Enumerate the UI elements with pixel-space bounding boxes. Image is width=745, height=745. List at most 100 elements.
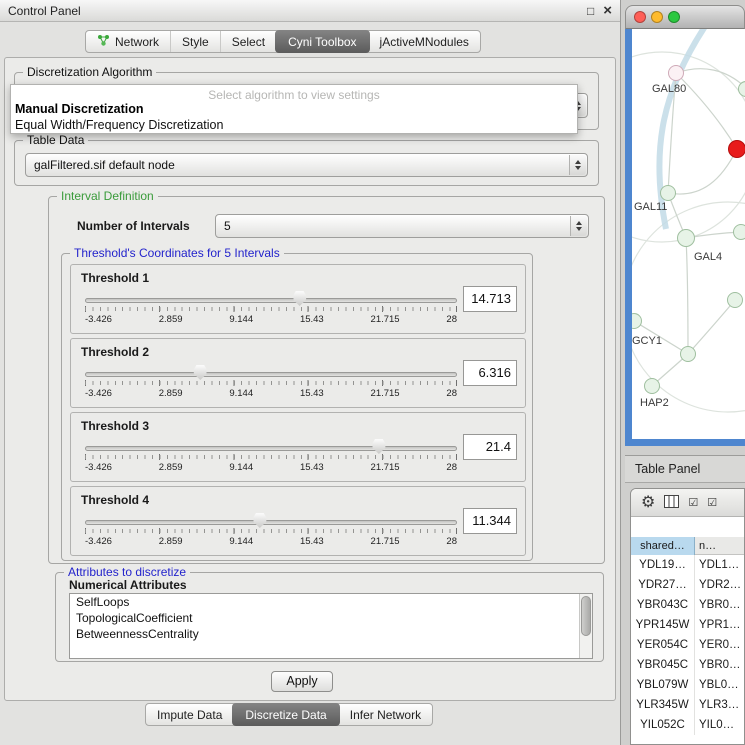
attributes-listbox[interactable]: SelfLoops TopologicalCoefficient Between… xyxy=(69,593,593,659)
option-manual-discretization[interactable]: Manual Discretization xyxy=(15,102,144,116)
column-header-shared-name[interactable]: shared… xyxy=(631,537,695,555)
slider-thumb[interactable] xyxy=(293,291,306,306)
table-cell[interactable]: YPR145W xyxy=(631,615,695,635)
threshold-2-value-field[interactable]: 6.316 xyxy=(463,360,517,386)
table-cell[interactable]: YBL079W xyxy=(631,675,695,695)
columns-icon[interactable] xyxy=(664,495,679,511)
list-item-topologicalcoefficient[interactable]: TopologicalCoefficient xyxy=(70,610,592,626)
table-cell[interactable]: YBR045C xyxy=(631,655,695,675)
list-scrollbar[interactable] xyxy=(579,594,592,658)
checkbox-icon[interactable]: ☑ xyxy=(707,496,717,509)
table-cell[interactable]: YER054C xyxy=(631,635,695,655)
network-node[interactable] xyxy=(677,229,695,247)
threshold-3-value-field[interactable]: 21.4 xyxy=(463,434,517,460)
threshold-4-label: Threshold 4 xyxy=(81,493,149,507)
threshold-2-slider[interactable]: -3.4262.8599.14415.4321.71528 xyxy=(85,363,457,405)
combo-stepper-icon[interactable] xyxy=(570,216,587,236)
tab-discretize-data-label: Discretize Data xyxy=(245,708,326,722)
node-label-gal4: GAL4 xyxy=(694,251,722,263)
table-cell[interactable]: YBR0… xyxy=(695,595,744,615)
table-cell[interactable]: YBR043C xyxy=(631,595,695,615)
threshold-4-value-field[interactable]: 11.344 xyxy=(463,508,517,534)
network-node[interactable] xyxy=(680,346,696,362)
network-node[interactable] xyxy=(644,378,660,394)
scale-label: 9.144 xyxy=(229,314,253,325)
table-row[interactable]: YBL079WYBL0… xyxy=(631,675,744,695)
slider-thumb[interactable] xyxy=(253,513,266,528)
list-item-betweennesscentrality[interactable]: BetweennessCentrality xyxy=(70,626,592,642)
column-header-name[interactable]: n… xyxy=(695,537,744,555)
slider-thumb[interactable] xyxy=(194,365,207,380)
slider-track[interactable] xyxy=(85,372,457,377)
table-row[interactable]: YIL052CYIL0… xyxy=(631,715,744,735)
table-cell[interactable]: YLR3… xyxy=(695,695,744,715)
scale-label: 9.144 xyxy=(229,536,253,547)
minimize-traffic-light-icon[interactable] xyxy=(651,11,663,23)
table-cell[interactable]: YLR345W xyxy=(631,695,695,715)
gear-icon[interactable]: ⚙ xyxy=(641,495,655,511)
option-equal-width-frequency[interactable]: Equal Width/Frequency Discretization xyxy=(15,118,223,132)
tab-network[interactable]: Network xyxy=(86,31,170,52)
table-data-combo[interactable]: galFiltered.sif default node xyxy=(25,153,588,177)
slider-track[interactable] xyxy=(85,446,457,451)
list-scrollbar-thumb[interactable] xyxy=(581,596,591,636)
table-cell[interactable]: YDL1… xyxy=(695,555,744,575)
table-cell[interactable]: YIL0… xyxy=(695,715,744,735)
scale-label: 21.715 xyxy=(371,536,400,547)
table-row[interactable]: YER054CYER0… xyxy=(631,635,744,655)
close-icon[interactable]: × xyxy=(603,5,612,17)
table-cell[interactable]: YIL052C xyxy=(631,715,695,735)
control-panel-tab-bar: Network Style Select Cyni Toolbox jActiv… xyxy=(85,30,481,53)
threshold-3-slider[interactable]: -3.4262.8599.14415.4321.71528 xyxy=(85,437,457,479)
cyni-bottom-tab-bar: Impute Data Discretize Data Infer Networ… xyxy=(145,703,433,726)
table-row[interactable]: YPR145WYPR1… xyxy=(631,615,744,635)
scale-label: -3.426 xyxy=(85,462,112,473)
maximize-traffic-light-icon[interactable] xyxy=(668,11,680,23)
tab-cyni-toolbox-label: Cyni Toolbox xyxy=(288,35,356,49)
scale-label: 2.859 xyxy=(159,536,183,547)
scale-label: -3.426 xyxy=(85,314,112,325)
slider-minor-ticks xyxy=(85,381,457,385)
table-cell[interactable]: YDL19… xyxy=(631,555,695,575)
threshold-1-value-field[interactable]: 14.713 xyxy=(463,286,517,312)
combo-stepper-icon[interactable] xyxy=(569,155,586,175)
table-cell[interactable]: YBL0… xyxy=(695,675,744,695)
network-canvas[interactable]: GAL80 GAL11 GAL4 GCY1 HAP2 xyxy=(632,29,745,439)
tab-style[interactable]: Style xyxy=(170,31,220,52)
float-window-icon[interactable]: □ xyxy=(587,4,594,18)
network-node[interactable] xyxy=(660,185,676,201)
list-item-selfloops[interactable]: SelfLoops xyxy=(70,594,592,610)
table-row[interactable]: YBR045CYBR0… xyxy=(631,655,744,675)
table-row[interactable]: YBR043CYBR0… xyxy=(631,595,744,615)
network-node[interactable] xyxy=(727,292,743,308)
tab-jactivemnodules[interactable]: jActiveMNodules xyxy=(369,31,480,52)
network-node[interactable] xyxy=(733,224,745,240)
tab-select[interactable]: Select xyxy=(220,31,276,52)
network-node-selected[interactable] xyxy=(728,140,745,158)
table-row[interactable]: YDL19…YDL1… xyxy=(631,555,744,575)
table-cell[interactable]: YER0… xyxy=(695,635,744,655)
table-cell[interactable]: YPR1… xyxy=(695,615,744,635)
slider-track[interactable] xyxy=(85,520,457,525)
threshold-2-label: Threshold 2 xyxy=(81,345,149,359)
checkbox-icon[interactable]: ☑ xyxy=(688,496,698,509)
table-row[interactable]: YLR345WYLR3… xyxy=(631,695,744,715)
slider-track[interactable] xyxy=(85,298,457,303)
network-node[interactable] xyxy=(668,65,684,81)
tab-impute-data[interactable]: Impute Data xyxy=(146,704,233,725)
table-cell[interactable]: YDR2… xyxy=(695,575,744,595)
network-window-titlebar[interactable] xyxy=(625,5,745,29)
table-cell[interactable]: YBR0… xyxy=(695,655,744,675)
table-row[interactable]: YDR27…YDR2… xyxy=(631,575,744,595)
apply-button[interactable]: Apply xyxy=(271,671,333,692)
tab-discretize-data[interactable]: Discretize Data xyxy=(232,703,339,726)
number-of-intervals-combo[interactable]: 5 xyxy=(215,214,589,238)
tab-infer-network[interactable]: Infer Network xyxy=(339,704,432,725)
slider-thumb[interactable] xyxy=(372,439,385,454)
table-data-combo-value: galFiltered.sif default node xyxy=(34,158,175,172)
tab-cyni-toolbox[interactable]: Cyni Toolbox xyxy=(275,30,369,53)
table-cell[interactable]: YDR27… xyxy=(631,575,695,595)
threshold-4-slider[interactable]: -3.4262.8599.14415.4321.71528 xyxy=(85,511,457,553)
threshold-1-slider[interactable]: -3.4262.8599.14415.4321.71528 xyxy=(85,289,457,331)
close-traffic-light-icon[interactable] xyxy=(634,11,646,23)
